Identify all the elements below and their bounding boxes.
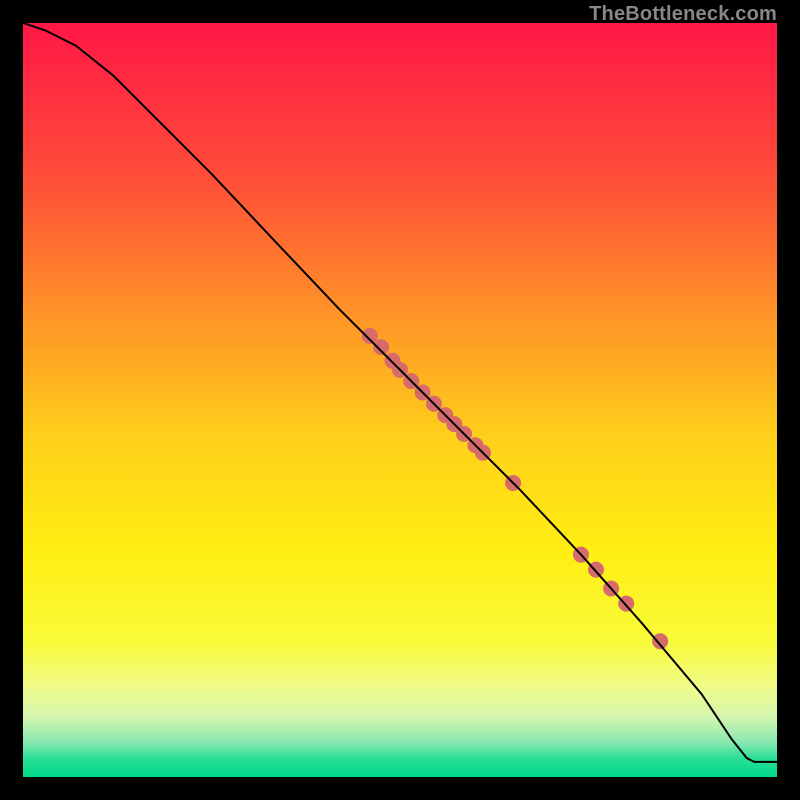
plot-background <box>23 23 777 777</box>
curve-marker <box>362 328 378 344</box>
watermark-text: TheBottleneck.com <box>589 3 777 26</box>
chart-plot <box>23 23 777 777</box>
curve-marker <box>373 339 389 355</box>
chart-stage: TheBottleneck.com <box>0 0 800 800</box>
curve-marker <box>652 633 668 649</box>
